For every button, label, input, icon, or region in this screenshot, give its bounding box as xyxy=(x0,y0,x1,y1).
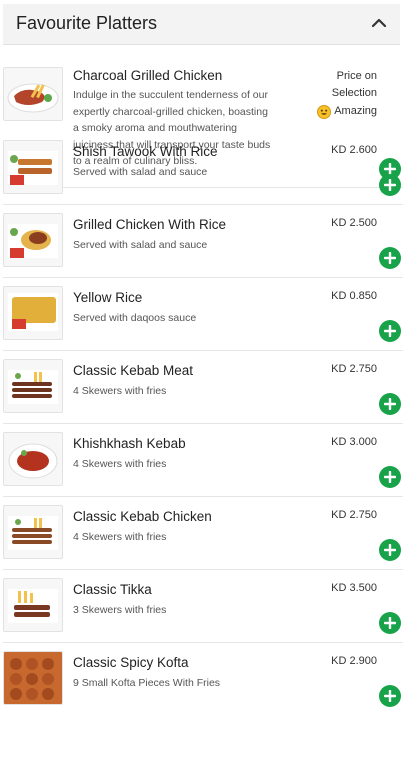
dish-image xyxy=(3,67,63,121)
item-name: Classic Kebab Meat xyxy=(73,363,194,378)
item-name: Yellow Rice xyxy=(73,290,143,305)
plus-icon xyxy=(384,544,396,556)
add-button[interactable] xyxy=(379,320,401,342)
add-button[interactable] xyxy=(379,466,401,488)
smiley-face-icon xyxy=(317,104,332,119)
item-description: Served with salad and sauce xyxy=(73,166,208,178)
item-price: KD 2.500 xyxy=(331,217,377,229)
item-name: Charcoal Grilled Chicken xyxy=(73,68,223,83)
plus-icon xyxy=(384,471,396,483)
plus-icon xyxy=(384,617,396,629)
item-description: 4 Skewers with fries xyxy=(73,458,167,470)
amazing-badge: Amazing xyxy=(317,103,377,120)
menu-item-classic-kebab-chicken[interactable]: Classic Kebab Chicken 4 Skewers with fri… xyxy=(3,497,403,570)
item-price: KD 2.600 xyxy=(331,144,377,156)
plus-icon xyxy=(384,690,396,702)
item-price: KD 2.750 xyxy=(331,509,377,521)
item-price: KD 3.500 xyxy=(331,582,377,594)
dish-image xyxy=(3,651,63,705)
plus-icon xyxy=(384,252,396,264)
add-button[interactable] xyxy=(379,539,401,561)
item-price: KD 2.900 xyxy=(331,655,377,667)
menu-item-shish-tawook[interactable]: Shish Tawook With Rice Served with salad… xyxy=(3,132,403,205)
dish-image xyxy=(3,286,63,340)
add-button[interactable] xyxy=(379,685,401,707)
price-line-1: Price on xyxy=(336,70,377,82)
item-description: 4 Skewers with fries xyxy=(73,385,167,397)
item-name: Khishkhash Kebab xyxy=(73,436,186,451)
item-description: 4 Skewers with fries xyxy=(73,531,167,543)
price-line-2: Selection xyxy=(331,87,377,99)
dish-image xyxy=(3,578,63,632)
dish-image xyxy=(3,432,63,486)
add-button[interactable] xyxy=(379,612,401,634)
badge-label: Amazing xyxy=(334,105,377,117)
plus-icon xyxy=(384,398,396,410)
menu-item-classic-tikka[interactable]: Classic Tikka 3 Skewers with fries KD 3.… xyxy=(3,570,403,643)
item-price: KD 2.750 xyxy=(331,363,377,375)
dish-image xyxy=(3,359,63,413)
chevron-up-icon[interactable] xyxy=(370,14,388,32)
dish-image xyxy=(3,140,63,194)
item-description: 9 Small Kofta Pieces With Fries xyxy=(73,677,221,689)
item-name: Shish Tawook With Rice xyxy=(73,144,218,159)
item-description: 3 Skewers with fries xyxy=(73,604,167,616)
item-description: Served with salad and sauce xyxy=(73,239,208,251)
item-price: KD 0.850 xyxy=(331,290,377,302)
add-button[interactable] xyxy=(379,174,401,196)
add-button[interactable] xyxy=(379,247,401,269)
plus-icon xyxy=(384,179,396,191)
menu-item-grilled-chicken-rice[interactable]: Grilled Chicken With Rice Served with sa… xyxy=(3,205,403,278)
item-description: Served with daqoos sauce xyxy=(73,312,197,324)
item-name: Classic Kebab Chicken xyxy=(73,509,212,524)
menu-item-classic-kebab-meat[interactable]: Classic Kebab Meat 4 Skewers with fries … xyxy=(3,351,403,424)
item-name: Grilled Chicken With Rice xyxy=(73,217,227,232)
item-price: KD 3.000 xyxy=(331,436,377,448)
item-name: Classic Spicy Kofta xyxy=(73,655,189,670)
plus-icon xyxy=(384,325,396,337)
item-name: Classic Tikka xyxy=(73,582,152,597)
section-header[interactable]: Favourite Platters xyxy=(3,4,400,45)
section-title: Favourite Platters xyxy=(16,13,158,33)
add-button[interactable] xyxy=(379,393,401,415)
menu-item-classic-spicy-kofta[interactable]: Classic Spicy Kofta 9 Small Kofta Pieces… xyxy=(3,643,403,716)
menu-section: Favourite Platters Charcoal Grilled Chic… xyxy=(0,0,410,765)
platter-list: Charcoal Grilled Chicken Indulge in the … xyxy=(0,56,410,716)
menu-item-yellow-rice[interactable]: Yellow Rice Served with daqoos sauce KD … xyxy=(3,278,403,351)
item-price: Price on Selection Amazing xyxy=(317,68,377,120)
menu-item-khishkhash-kebab[interactable]: Khishkhash Kebab 4 Skewers with fries KD… xyxy=(3,424,403,497)
dish-image xyxy=(3,505,63,559)
dish-image xyxy=(3,213,63,267)
